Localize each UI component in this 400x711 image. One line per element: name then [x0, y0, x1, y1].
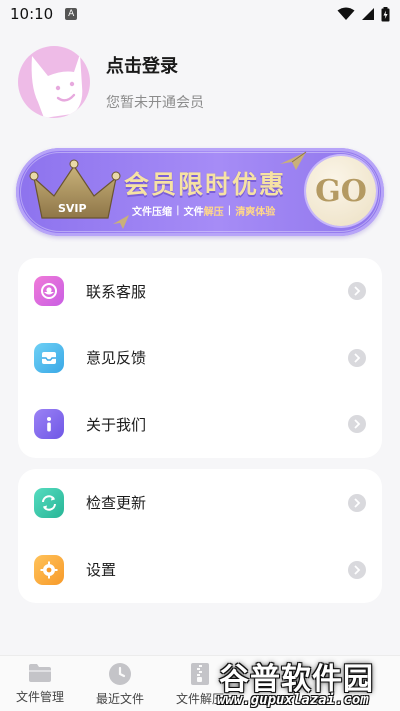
status-bar: 10:10 A — [0, 0, 400, 28]
feedback-icon — [34, 342, 64, 373]
nav-label: 文件管理 — [15, 690, 64, 704]
menu-label: 联系客服 — [86, 282, 147, 301]
menu-label: 关于我们 — [86, 415, 147, 434]
paper-plane-small-icon — [113, 215, 129, 229]
nav-file-manager[interactable]: 文件管理 — [0, 656, 80, 711]
menu-item-feedback[interactable]: 意见反馈 — [18, 325, 382, 392]
nav-label: 最近文件 — [95, 692, 144, 706]
menu-label: 检查更新 — [86, 494, 147, 512]
status-time: 10:10 — [10, 5, 54, 23]
feature-compress: 文件压缩 — [132, 207, 172, 218]
menu-item-contact-service[interactable]: 联系客服 — [18, 258, 382, 325]
banner-features: 文件压缩 | 文件解压 | 清爽体验 — [132, 203, 275, 218]
avatar[interactable] — [18, 46, 90, 118]
feature-clean: 清爽体验 — [235, 207, 276, 218]
nav-recent-files[interactable]: 最近文件 — [80, 656, 160, 711]
chevron-right-icon — [348, 560, 366, 579]
chevron-right-icon — [348, 282, 366, 301]
crown-label: SVIP — [58, 202, 87, 215]
notification-badge: A — [65, 8, 78, 20]
feature-separator: | — [176, 205, 180, 216]
membership-status: 您暂未开通会员 — [106, 95, 204, 111]
login-title[interactable]: 点击登录 — [106, 52, 204, 78]
vip-promo-banner[interactable]: SVIP 会员限时优惠 文件压缩 | 文件解压 | 清爽体验 GO — [16, 148, 384, 236]
banner-headline: 会员限时优惠 — [124, 170, 287, 199]
chevron-right-icon — [348, 415, 366, 434]
customer-service-icon — [34, 276, 64, 307]
chevron-right-icon — [348, 493, 366, 512]
profile-header[interactable]: 点击登录 您暂未开通会员 — [18, 46, 388, 118]
feature-separator: | — [227, 205, 232, 216]
go-button[interactable]: GO — [306, 156, 376, 226]
menu-item-about-us[interactable]: 关于我们 — [18, 391, 382, 458]
settings-icon — [34, 554, 64, 585]
menu-label: 意见反馈 — [86, 349, 147, 368]
wifi-icon — [337, 7, 355, 20]
menu-card-app: 检查更新 设置 — [18, 469, 382, 603]
menu-item-settings[interactable]: 设置 — [18, 536, 382, 603]
info-icon — [34, 409, 64, 440]
menu-card-support: 联系客服 意见反馈 关于我们 — [18, 258, 382, 458]
chevron-right-icon — [348, 348, 366, 367]
signal-icon — [362, 8, 374, 20]
refresh-icon — [34, 487, 64, 518]
folder-icon — [29, 664, 51, 682]
crown-icon: SVIP — [29, 159, 121, 219]
clock-icon — [109, 663, 131, 685]
menu-item-check-update[interactable]: 检查更新 — [18, 469, 382, 536]
watermark-url: www.gupuxlazai.com — [217, 692, 369, 708]
battery-icon — [381, 6, 390, 21]
watermark: 谷普软件园 www.gupuxlazai.com — [215, 654, 400, 711]
zip-icon — [191, 663, 209, 685]
menu-label: 设置 — [86, 561, 117, 579]
cat-avatar-icon — [31, 54, 83, 118]
feature-decompress: 文件解压 — [183, 207, 224, 218]
